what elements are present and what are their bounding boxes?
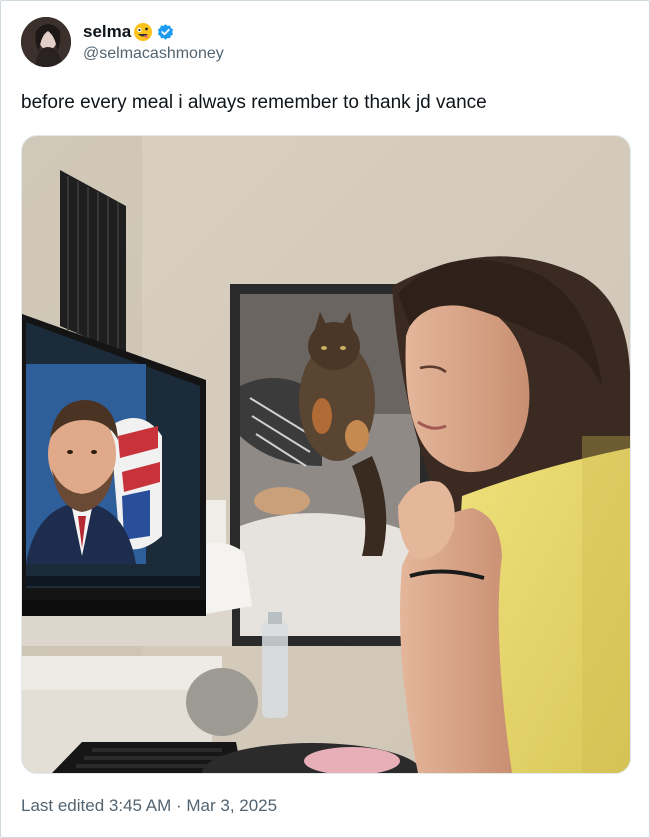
author-handle[interactable]: @selmacashmoney	[83, 45, 224, 63]
avatar[interactable]	[21, 17, 71, 67]
photo-illustration	[22, 136, 630, 773]
tweet-text: before every meal i always remember to t…	[21, 92, 487, 113]
tweet-photo[interactable]	[21, 135, 631, 774]
verified-badge-icon	[158, 23, 174, 40]
author-block: selma @selmacashmoney	[83, 21, 224, 63]
zany-face-emoji-icon	[134, 23, 153, 41]
tweet-header: selma @selmacashmoney	[21, 17, 224, 67]
tweet-card: selma @selmacashmoney before every meal …	[0, 0, 650, 838]
edited-timestamp[interactable]: Last edited 3:45 AM · Mar 3, 2025	[21, 796, 277, 816]
author-display-name[interactable]: selma	[83, 22, 131, 42]
